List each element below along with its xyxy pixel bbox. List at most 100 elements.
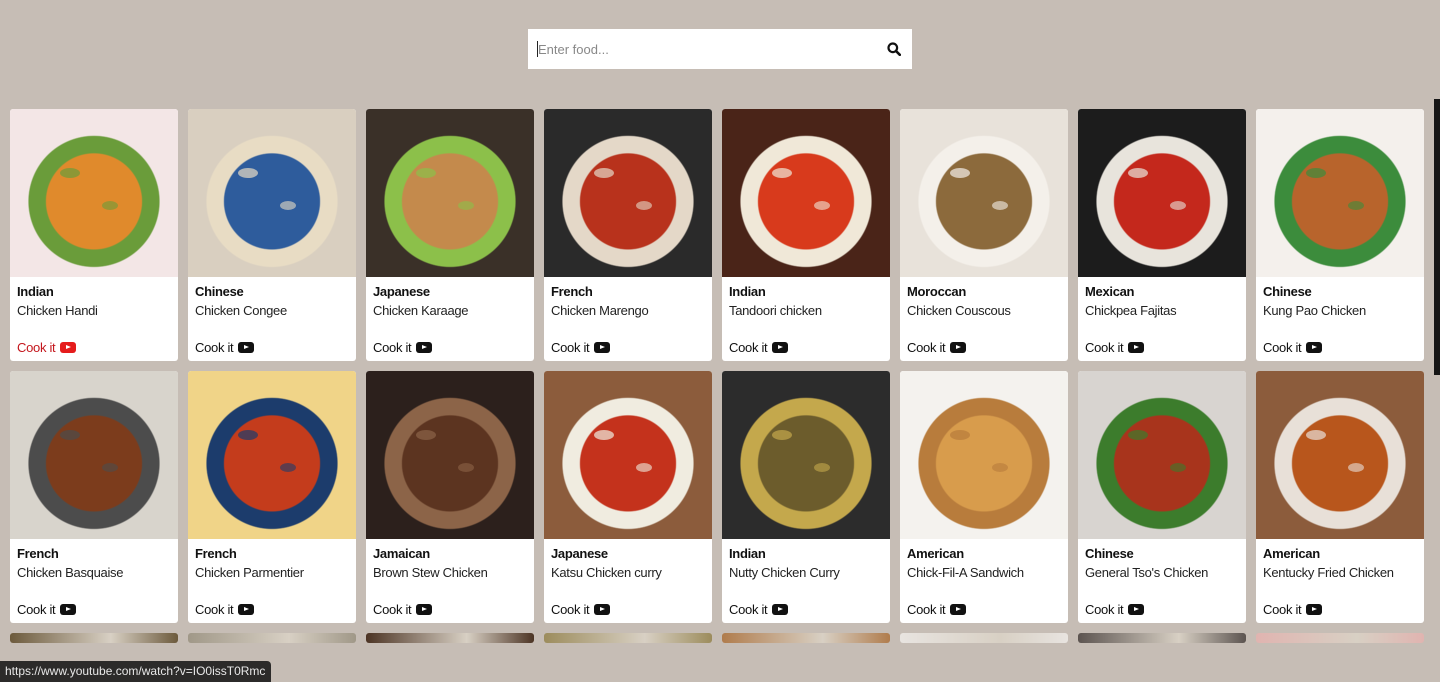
recipe-image[interactable] <box>1256 109 1424 277</box>
cook-it-link[interactable]: Cook it <box>1263 602 1323 617</box>
recipe-cuisine: French <box>551 284 593 299</box>
recipe-name: Chicken Marengo <box>551 303 649 318</box>
scrollbar[interactable] <box>1434 99 1440 375</box>
recipe-image[interactable] <box>1078 109 1246 277</box>
cook-it-link[interactable]: Cook it <box>1085 602 1145 617</box>
recipe-image[interactable] <box>722 109 890 277</box>
recipe-cuisine: French <box>195 546 237 561</box>
cook-it-link[interactable]: Cook it <box>729 340 789 355</box>
recipe-image[interactable] <box>1078 371 1246 539</box>
cook-it-link[interactable]: Cook it <box>551 340 611 355</box>
cook-it-label: Cook it <box>17 340 56 355</box>
recipe-cuisine: Indian <box>729 284 766 299</box>
youtube-icon <box>60 604 77 615</box>
recipe-cuisine: French <box>17 546 59 561</box>
cook-it-link[interactable]: Cook it <box>1085 340 1145 355</box>
cook-it-link[interactable]: Cook it <box>729 602 789 617</box>
youtube-icon <box>950 342 967 353</box>
recipe-card[interactable]: Japanese Chicken Karaage Cook it <box>366 109 534 361</box>
youtube-icon <box>238 604 255 615</box>
recipe-card-partial[interactable] <box>1078 633 1246 643</box>
cook-it-link[interactable]: Cook it <box>907 602 967 617</box>
recipe-card[interactable]: Indian Chicken Handi Cook it <box>10 109 178 361</box>
cook-it-label: Cook it <box>907 602 946 617</box>
recipe-card[interactable]: French Chicken Marengo Cook it <box>544 109 712 361</box>
cook-it-label: Cook it <box>1263 340 1302 355</box>
cook-it-link[interactable]: Cook it <box>373 602 433 617</box>
recipe-card[interactable]: French Chicken Parmentier Cook it <box>188 371 356 623</box>
recipe-image[interactable] <box>366 109 534 277</box>
recipe-card[interactable]: Chinese Kung Pao Chicken Cook it <box>1256 109 1424 361</box>
recipe-card[interactable]: Japanese Katsu Chicken curry Cook it <box>544 371 712 623</box>
recipe-image[interactable] <box>544 109 712 277</box>
cook-it-link[interactable]: Cook it <box>195 602 255 617</box>
recipe-card-partial[interactable] <box>1256 633 1424 643</box>
recipe-image[interactable] <box>1256 371 1424 539</box>
search-input[interactable] <box>528 29 876 69</box>
search-bar <box>528 29 912 69</box>
search-button[interactable] <box>876 29 912 69</box>
recipe-card[interactable]: American Chick-Fil-A Sandwich Cook it <box>900 371 1068 623</box>
recipe-image[interactable] <box>188 109 356 277</box>
recipe-card-partial[interactable] <box>10 633 178 643</box>
recipe-name: Chickpea Fajitas <box>1085 303 1177 318</box>
cook-it-link[interactable]: Cook it <box>17 602 77 617</box>
cook-it-link[interactable]: Cook it <box>907 340 967 355</box>
cook-it-label: Cook it <box>1263 602 1302 617</box>
cook-it-link[interactable]: Cook it <box>17 340 77 355</box>
recipe-name: Nutty Chicken Curry <box>729 565 840 580</box>
recipe-cuisine: Chinese <box>1263 284 1312 299</box>
youtube-icon <box>772 604 789 615</box>
cook-it-link[interactable]: Cook it <box>551 602 611 617</box>
recipe-card[interactable]: Indian Tandoori chicken Cook it <box>722 109 890 361</box>
cook-it-label: Cook it <box>551 340 590 355</box>
recipe-card[interactable]: Jamaican Brown Stew Chicken Cook it <box>366 371 534 623</box>
recipe-card[interactable]: American Kentucky Fried Chicken Cook it <box>1256 371 1424 623</box>
recipe-cuisine: American <box>907 546 964 561</box>
recipe-card[interactable]: Chinese General Tso's Chicken Cook it <box>1078 371 1246 623</box>
text-cursor <box>537 41 538 57</box>
recipe-card-partial[interactable] <box>544 633 712 643</box>
cook-it-label: Cook it <box>17 602 56 617</box>
recipe-image[interactable] <box>544 371 712 539</box>
recipe-image[interactable] <box>10 371 178 539</box>
recipe-name: Tandoori chicken <box>729 303 822 318</box>
recipe-name: Chicken Congee <box>195 303 287 318</box>
recipe-image[interactable] <box>10 109 178 277</box>
cook-it-link[interactable]: Cook it <box>195 340 255 355</box>
cook-it-label: Cook it <box>195 340 234 355</box>
recipe-card-partial[interactable] <box>188 633 356 643</box>
recipe-image[interactable] <box>722 371 890 539</box>
recipe-name: Chicken Karaage <box>373 303 469 318</box>
cook-it-label: Cook it <box>729 602 768 617</box>
youtube-icon <box>1306 604 1323 615</box>
recipe-cuisine: Indian <box>729 546 766 561</box>
recipe-cuisine: Mexican <box>1085 284 1135 299</box>
recipe-grid: Indian Chicken Handi Cook it Chinese Chi… <box>10 109 1424 643</box>
youtube-icon <box>1128 342 1145 353</box>
recipe-image[interactable] <box>366 371 534 539</box>
recipe-image[interactable] <box>188 371 356 539</box>
recipe-card[interactable]: Indian Nutty Chicken Curry Cook it <box>722 371 890 623</box>
youtube-icon <box>950 604 967 615</box>
recipe-card-partial[interactable] <box>366 633 534 643</box>
recipe-cuisine: Japanese <box>373 284 430 299</box>
youtube-icon <box>1128 604 1145 615</box>
recipe-image[interactable] <box>900 371 1068 539</box>
recipe-card[interactable]: French Chicken Basquaise Cook it <box>10 371 178 623</box>
recipe-card[interactable]: Mexican Chickpea Fajitas Cook it <box>1078 109 1246 361</box>
recipe-card[interactable]: Chinese Chicken Congee Cook it <box>188 109 356 361</box>
cook-it-label: Cook it <box>1085 340 1124 355</box>
cook-it-label: Cook it <box>195 602 234 617</box>
youtube-icon <box>594 342 611 353</box>
recipe-image[interactable] <box>900 109 1068 277</box>
recipe-card-partial[interactable] <box>722 633 890 643</box>
youtube-icon <box>594 604 611 615</box>
cook-it-link[interactable]: Cook it <box>373 340 433 355</box>
cook-it-link[interactable]: Cook it <box>1263 340 1323 355</box>
recipe-card[interactable]: Moroccan Chicken Couscous Cook it <box>900 109 1068 361</box>
recipe-name: Chick-Fil-A Sandwich <box>907 565 1024 580</box>
recipe-card-partial[interactable] <box>900 633 1068 643</box>
youtube-icon <box>60 342 77 353</box>
recipe-cuisine: Chinese <box>1085 546 1134 561</box>
